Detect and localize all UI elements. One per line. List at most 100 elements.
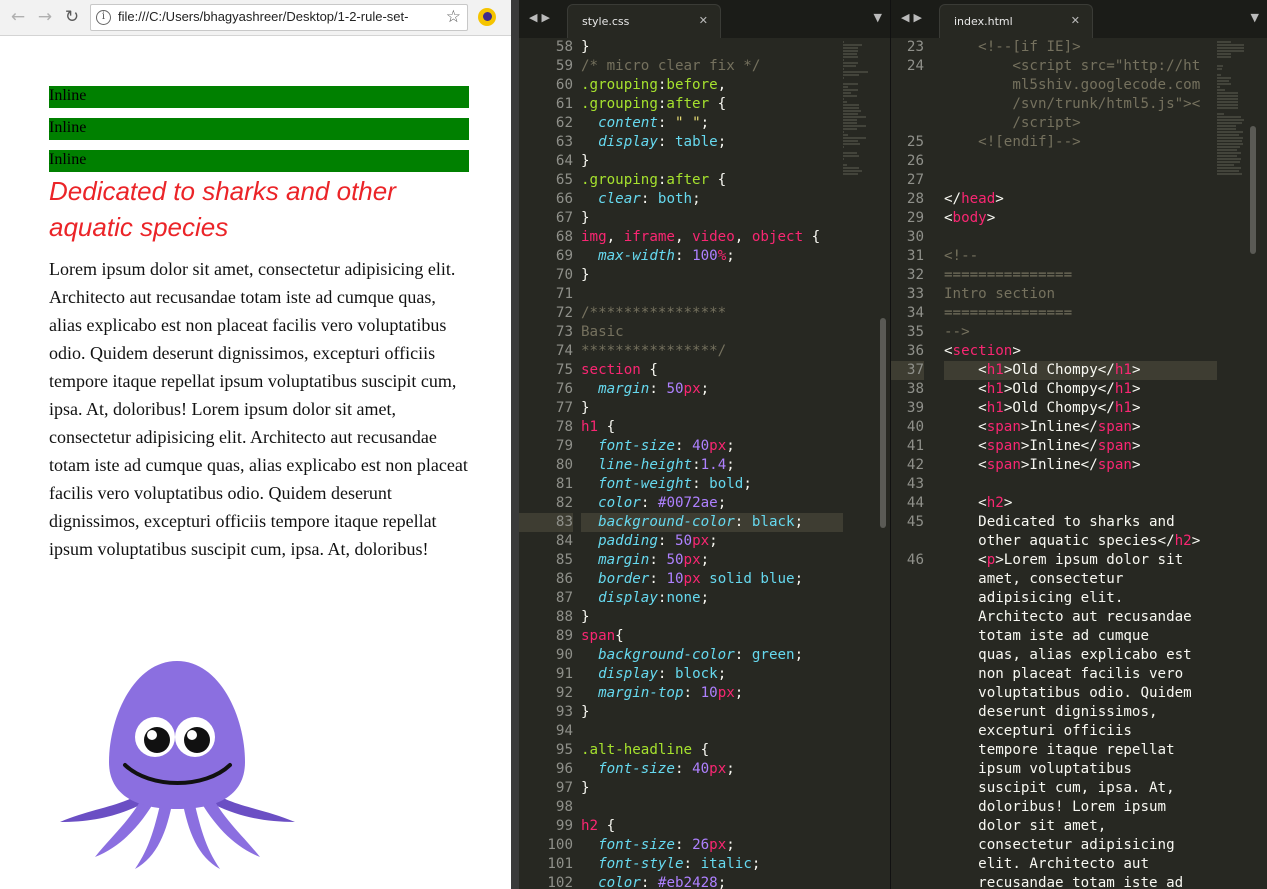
code-line[interactable] [944,152,1217,171]
code-line[interactable]: <h1>Old Chompy</h1> [944,361,1217,380]
code-line[interactable]: ipsum voluptatibus [944,760,1217,779]
code-line[interactable]: --> [944,323,1217,342]
code-line[interactable]: span{ [581,627,843,646]
code-line[interactable]: } [581,703,843,722]
code-line[interactable]: dolor sit amet, [944,817,1217,836]
html-editor-pane[interactable]: 23 24 25 26 27 28 29 30 31 32 33 34 35 36 37 38 39 40 41 42… [891,38,1267,889]
minimap[interactable] [1217,38,1247,889]
code-line[interactable]: </head> [944,190,1217,209]
tab-index-html[interactable]: index.html ✕ [939,4,1093,38]
tab-nav-arrows-icon[interactable]: ◀▶ [529,11,554,24]
code-line[interactable]: <!-- [944,247,1217,266]
code-line[interactable]: } [581,266,843,285]
code-line[interactable]: img, iframe, video, object { [581,228,843,247]
code-line[interactable]: <section> [944,342,1217,361]
code-line[interactable]: <!--[if IE]> [944,38,1217,57]
code-line[interactable]: display:none; [581,589,843,608]
code-line[interactable]: elit. Architecto aut [944,855,1217,874]
code-line[interactable]: amet, consectetur [944,570,1217,589]
code-line[interactable]: <h1>Old Chompy</h1> [944,380,1217,399]
code-line[interactable]: totam iste ad cumque [944,627,1217,646]
code-line[interactable]: font-size: 26px; [581,836,843,855]
code-line[interactable]: display: table; [581,133,843,152]
code-line[interactable]: } [581,399,843,418]
code-line[interactable]: <span>Inline</span> [944,437,1217,456]
code-line[interactable]: margin: 50px; [581,380,843,399]
code-line[interactable]: .grouping:after { [581,95,843,114]
code-line[interactable]: <![endif]--> [944,133,1217,152]
code-line[interactable]: doloribus! Lorem ipsum [944,798,1217,817]
code-line[interactable]: recusandae totam iste ad [944,874,1217,889]
tab-nav-arrows-icon[interactable]: ◀▶ [901,11,926,24]
code-line[interactable]: =============== [944,266,1217,285]
close-icon[interactable]: ✕ [699,14,708,27]
code-line[interactable]: font-weight: bold; [581,475,843,494]
code-line[interactable]: font-style: italic; [581,855,843,874]
info-icon[interactable]: i [96,10,111,25]
tab-style-css[interactable]: style.css ✕ [567,4,721,38]
code-line[interactable]: font-size: 40px; [581,760,843,779]
minimap[interactable] [843,38,875,889]
code-line[interactable]: color: #eb2428; [581,874,843,889]
reload-icon[interactable]: ↻ [60,5,84,29]
code-line[interactable]: <p>Lorem ipsum dolor sit [944,551,1217,570]
code-line[interactable]: other aquatic species</h2> [944,532,1217,551]
code-line[interactable]: } [581,608,843,627]
code-line[interactable]: .grouping:after { [581,171,843,190]
code-line[interactable]: <h1>Old Chompy</h1> [944,399,1217,418]
code-line[interactable] [944,228,1217,247]
code-line[interactable] [581,285,843,304]
code-line[interactable]: <span>Inline</span> [944,418,1217,437]
code-line[interactable]: } [581,779,843,798]
code-line[interactable]: margin: 50px; [581,551,843,570]
code-line[interactable]: /script> [944,114,1217,133]
code-line[interactable]: line-height:1.4; [581,456,843,475]
code-line[interactable]: =============== [944,304,1217,323]
code-line[interactable]: content: " "; [581,114,843,133]
code-line[interactable]: section { [581,361,843,380]
code-line[interactable]: h2 { [581,817,843,836]
code-line[interactable]: h1 { [581,418,843,437]
code-line[interactable]: Architecto aut recusandae [944,608,1217,627]
code-line[interactable]: padding: 50px; [581,532,843,551]
bookmark-star-icon[interactable]: ☆ [446,7,461,27]
code-line[interactable]: ****************/ [581,342,843,361]
code-line[interactable]: excepturi officiis [944,722,1217,741]
css-editor-pane[interactable]: 58 59 60 61 62 63 64 65 66 67 68 69 70 71 72 73 74 75 76 77… [519,38,890,889]
code-line[interactable]: /* micro clear fix */ [581,57,843,76]
back-arrow-icon[interactable]: ← [6,5,30,29]
code-line[interactable]: non placeat facilis vero [944,665,1217,684]
code-line[interactable]: tempore itaque repellat [944,741,1217,760]
code-line[interactable]: } [581,38,843,57]
code-line[interactable]: font-size: 40px; [581,437,843,456]
code-line[interactable]: /**************** [581,304,843,323]
code-line[interactable]: .grouping:before, [581,76,843,95]
code-line[interactable]: border: 10px solid blue; [581,570,843,589]
code-line[interactable]: clear: both; [581,190,843,209]
code-area[interactable]: }/* micro clear fix */.grouping:before,.… [581,38,843,889]
code-line[interactable]: color: #0072ae; [581,494,843,513]
code-line[interactable]: <script src="http://ht [944,57,1217,76]
code-area[interactable]: <!--[if IE]> <script src="http://ht ml5s… [944,38,1217,889]
code-line[interactable]: voluptatibus odio. Quidem [944,684,1217,703]
code-line[interactable]: } [581,152,843,171]
address-url[interactable]: file:///C:/Users/bhagyashreer/Desktop/1-… [118,9,436,27]
code-line[interactable]: deserunt dignissimos, [944,703,1217,722]
close-icon[interactable]: ✕ [1071,14,1080,27]
extension-icon[interactable] [478,8,496,26]
code-line[interactable]: Intro section [944,285,1217,304]
code-line[interactable] [944,475,1217,494]
code-line[interactable]: ml5shiv.googlecode.com [944,76,1217,95]
tab-menu-icon[interactable]: ▼ [874,11,882,24]
code-line[interactable]: background-color: black; [581,513,843,532]
code-line[interactable] [944,171,1217,190]
code-line[interactable]: Dedicated to sharks and [944,513,1217,532]
code-line[interactable]: consectetur adipisicing [944,836,1217,855]
code-line[interactable]: /svn/trunk/html5.js">< [944,95,1217,114]
code-line[interactable]: quas, alias explicabo est [944,646,1217,665]
code-line[interactable]: Basic [581,323,843,342]
scrollbar[interactable] [1250,126,1256,254]
code-line[interactable]: <h2> [944,494,1217,513]
tab-menu-icon[interactable]: ▼ [1251,11,1259,24]
code-line[interactable]: background-color: green; [581,646,843,665]
